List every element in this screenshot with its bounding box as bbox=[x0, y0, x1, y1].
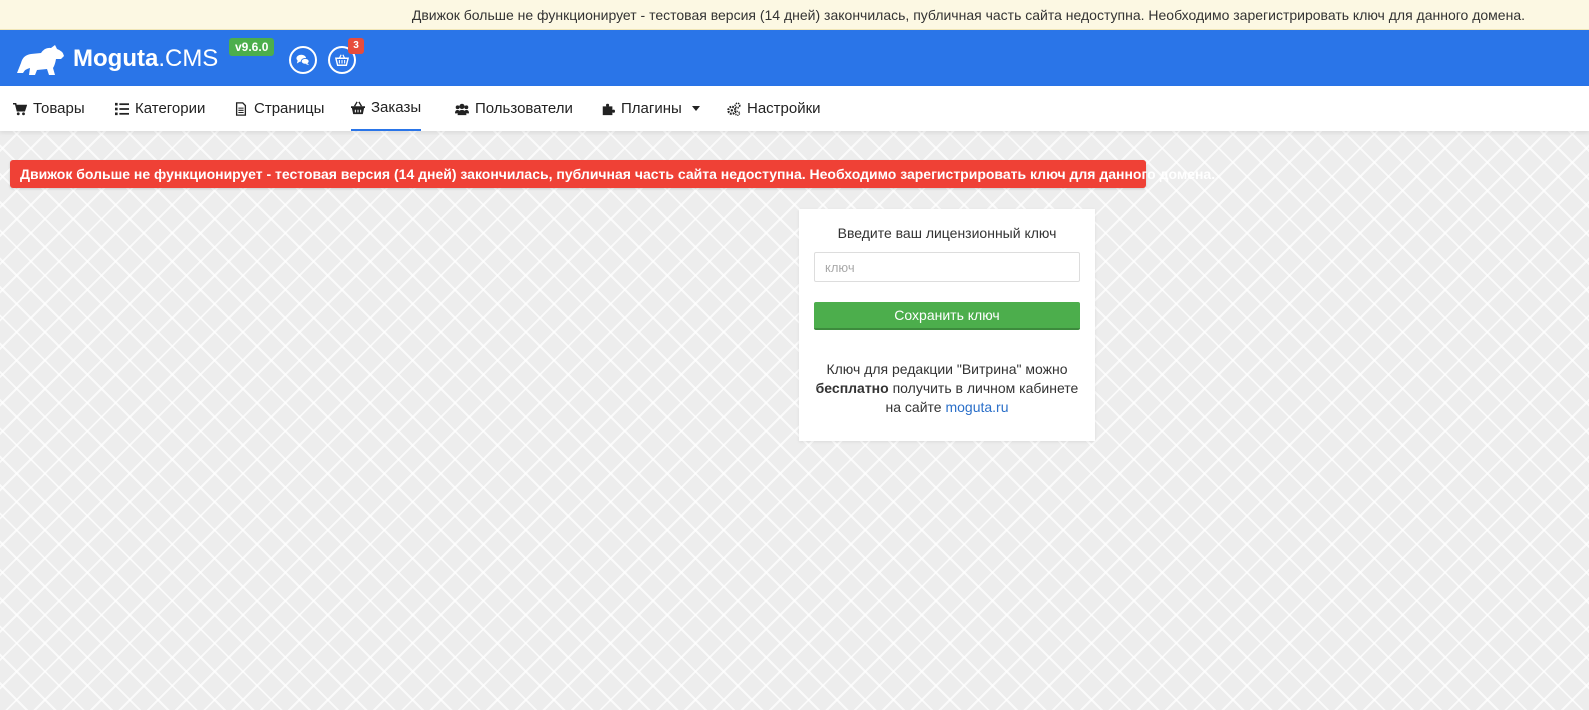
license-key-input[interactable] bbox=[814, 252, 1080, 282]
nav-item-label: Категории bbox=[135, 100, 206, 117]
chat-button[interactable] bbox=[289, 46, 317, 74]
moguta-site-link[interactable]: moguta.ru bbox=[945, 399, 1008, 415]
orders-count-badge: 3 bbox=[348, 38, 364, 54]
note-bold: бесплатно bbox=[815, 380, 889, 396]
nav-item-label: Плагины bbox=[621, 100, 682, 117]
trial-warning-bar: Движок больше не функционирует - тестова… bbox=[0, 0, 1589, 30]
logo-text-light: .CMS bbox=[158, 45, 219, 72]
save-key-button[interactable]: Сохранить ключ bbox=[814, 302, 1080, 330]
license-key-panel: Введите ваш лицензионный ключ Сохранить … bbox=[799, 209, 1095, 441]
nav-item-pages[interactable]: Страницы bbox=[234, 86, 324, 131]
app-header: Moguta.CMS v9.6.0 3 bbox=[0, 30, 1589, 86]
license-expired-alert-text: Движок больше не функционирует - тестова… bbox=[20, 166, 1216, 182]
gears-icon bbox=[727, 101, 741, 116]
nav-item-label: Пользователи bbox=[475, 100, 573, 117]
logo-text-bold: Moguta bbox=[73, 45, 159, 72]
nav-item-users[interactable]: Пользователи bbox=[455, 86, 573, 131]
nav-item-label: Заказы bbox=[371, 99, 422, 116]
trial-warning-text: Движок больше не функционирует - тестова… bbox=[411, 7, 1525, 23]
logo-text[interactable]: Moguta.CMS bbox=[73, 45, 218, 73]
list-icon bbox=[115, 102, 129, 115]
nav-item-settings[interactable]: Настройки bbox=[727, 86, 821, 131]
license-key-note: Ключ для редакции "Витрина" можно беспла… bbox=[809, 360, 1085, 417]
license-key-title: Введите ваш лицензионный ключ bbox=[837, 225, 1057, 241]
nav-item-products[interactable]: Товары bbox=[13, 86, 85, 131]
nav-item-label: Страницы bbox=[254, 100, 325, 117]
users-icon bbox=[455, 103, 469, 115]
document-icon bbox=[235, 101, 247, 116]
version-badge: v9.6.0 bbox=[229, 38, 275, 56]
license-expired-alert: Движок больше не функционирует - тестова… bbox=[10, 160, 1215, 188]
chat-icon bbox=[296, 54, 310, 66]
basket-icon bbox=[351, 101, 365, 114]
nav-item-label: Товары bbox=[33, 100, 85, 117]
nav-item-categories[interactable]: Категории bbox=[115, 86, 205, 131]
bear-logo-icon[interactable] bbox=[13, 43, 65, 77]
nav-item-orders[interactable]: Заказы bbox=[351, 86, 422, 131]
puzzle-icon bbox=[602, 103, 615, 115]
chevron-down-icon bbox=[691, 106, 700, 111]
basket-icon bbox=[335, 54, 349, 66]
nav-item-plugins[interactable]: Плагины bbox=[601, 86, 700, 131]
nav-item-label: Настройки bbox=[747, 100, 821, 117]
main-nav: Товары Категории Страницы Заказы Пользов… bbox=[0, 86, 1589, 131]
note-part-1: Ключ для редакции "Витрина" можно bbox=[826, 361, 1068, 377]
cart-icon bbox=[13, 102, 27, 115]
